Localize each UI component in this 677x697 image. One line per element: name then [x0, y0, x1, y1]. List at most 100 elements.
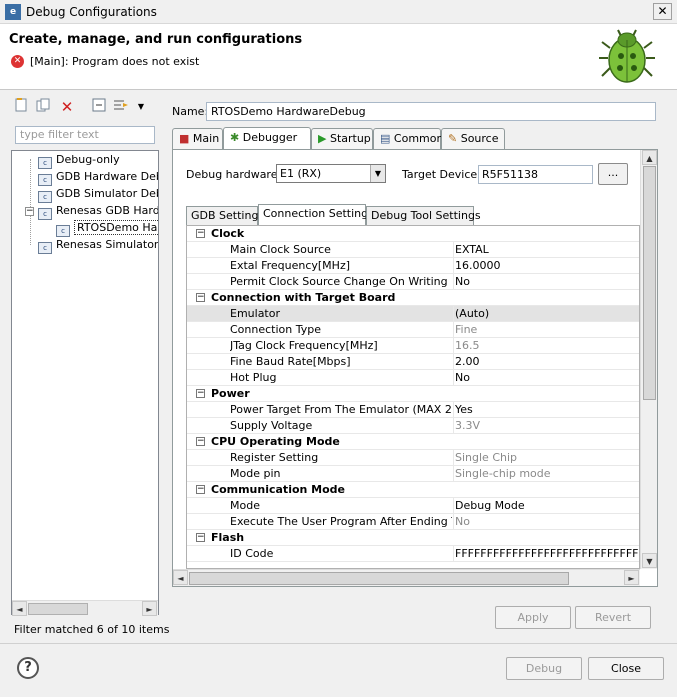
property-value[interactable]: 3.3V	[453, 418, 639, 434]
duplicate-icon[interactable]	[34, 98, 52, 116]
category-toggle-icon[interactable]: −	[196, 533, 205, 542]
tab-main[interactable]: ■ Main	[172, 128, 223, 150]
chevron-down-icon[interactable]: ▼	[370, 165, 385, 182]
filter-input[interactable]: type filter text	[15, 126, 155, 144]
property-value[interactable]: 16.0000	[453, 258, 639, 274]
settings-hscroll-thumb[interactable]	[189, 572, 569, 585]
property-category[interactable]: − Communication Mode	[187, 482, 639, 498]
property-value[interactable]: Yes	[453, 402, 639, 418]
property-value[interactable]: Debug Mode	[453, 498, 639, 514]
debug-hardware-select[interactable]: E1 (RX) ▼	[276, 164, 386, 183]
tree-item-renesas-simulator[interactable]: cRenesas Simulator De	[38, 237, 158, 254]
category-toggle-icon[interactable]: −	[196, 293, 205, 302]
category-toggle-icon[interactable]: −	[196, 229, 205, 238]
property-value[interactable]: EXTAL	[453, 242, 639, 258]
debug-button[interactable]: Debug	[506, 657, 582, 680]
target-device-browse-button[interactable]: ...	[598, 163, 628, 185]
subtab-connection-settings[interactable]: Connection Settings	[258, 204, 374, 226]
property-name: Extal Frequency[MHz]	[230, 259, 351, 272]
category-label: Communication Mode	[211, 483, 346, 496]
property-row[interactable]: Emulator (Auto)	[187, 306, 639, 322]
view-menu-icon[interactable]: ▼	[132, 98, 150, 116]
tree-scroll-thumb[interactable]	[28, 603, 88, 615]
property-row[interactable]: Power Target From The Emulator (MAX 200m…	[187, 402, 639, 418]
tree-item-gdb-hardware[interactable]: c GDB Hardware Debu	[38, 169, 158, 186]
property-value[interactable]: No	[453, 514, 639, 530]
property-category[interactable]: − CPU Operating Mode	[187, 434, 639, 450]
property-row[interactable]: Extal Frequency[MHz] 16.0000	[187, 258, 639, 274]
revert-button[interactable]: Revert	[575, 606, 651, 629]
help-icon[interactable]: ?	[17, 657, 39, 679]
property-row[interactable]: JTag Clock Frequency[MHz] 16.5	[187, 338, 639, 354]
settings-scroll-thumb[interactable]	[643, 166, 656, 400]
property-row[interactable]: ID Code FFFFFFFFFFFFFFFFFFFFFFFFFFFFFFFF	[187, 546, 639, 562]
property-row[interactable]: Connection Type Fine	[187, 322, 639, 338]
footer-separator	[0, 643, 677, 644]
scroll-right-arrow-icon[interactable]: ►	[142, 601, 157, 616]
tab-common[interactable]: ▤ Common	[373, 128, 443, 150]
property-value[interactable]: (Auto)	[453, 306, 639, 322]
category-toggle-icon[interactable]: −	[196, 389, 205, 398]
tab-source[interactable]: ✎ Source	[441, 128, 505, 150]
delete-icon[interactable]: ✕	[58, 98, 76, 116]
apply-button[interactable]: Apply	[495, 606, 571, 629]
scroll-right-arrow-icon[interactable]: ►	[624, 570, 639, 585]
settings-horizontal-scrollbar[interactable]: ◄ ►	[173, 569, 640, 586]
property-row[interactable]: Mode pin Single-chip mode	[187, 466, 639, 482]
property-value[interactable]: 16.5	[453, 338, 639, 354]
property-value[interactable]: 2.00	[453, 354, 639, 370]
config-tree[interactable]: c Debug-only c GDB Hardware Debu c GDB Simu…	[11, 150, 159, 615]
target-device-input[interactable]: R5F51138	[478, 165, 593, 184]
tab-debugger[interactable]: ✱ Debugger	[223, 127, 311, 150]
target-device-label: Target Device:	[402, 168, 481, 181]
property-name: Emulator	[230, 307, 280, 320]
scroll-up-arrow-icon[interactable]: ▲	[642, 150, 657, 165]
property-row[interactable]: Fine Baud Rate[Mbps] 2.00	[187, 354, 639, 370]
scroll-left-arrow-icon[interactable]: ◄	[173, 570, 188, 585]
main-tab-icon: ■	[179, 132, 190, 145]
category-toggle-icon[interactable]: −	[196, 437, 205, 446]
property-row[interactable]: Execute The User Program After Ending Th…	[187, 514, 639, 530]
property-value[interactable]: FFFFFFFFFFFFFFFFFFFFFFFFFFFFFFFF	[453, 546, 639, 562]
config-type-icon: c	[38, 242, 52, 254]
tree-item-gdb-simulator[interactable]: cGDB Simulator Debug	[38, 186, 158, 203]
property-value[interactable]: Single Chip	[453, 450, 639, 466]
tree-collapse-toggle[interactable]: −	[25, 207, 34, 216]
property-value[interactable]: No	[453, 370, 639, 386]
filter-icon[interactable]	[112, 98, 130, 116]
collapse-all-icon[interactable]	[90, 98, 108, 116]
subtab-debug-tool-settings[interactable]: Debug Tool Settings	[366, 206, 481, 226]
subtab-gdb-settings[interactable]: GDB Settings	[186, 206, 264, 226]
property-value[interactable]: Fine	[453, 322, 639, 338]
tree-item-rtosdemo-hardware[interactable]: cRTOSDemo Hard	[56, 220, 158, 237]
new-config-icon[interactable]	[12, 98, 30, 116]
property-row[interactable]: Supply Voltage 3.3V	[187, 418, 639, 434]
property-row[interactable]: Register Setting Single Chip	[187, 450, 639, 466]
config-type-icon: c	[38, 208, 52, 220]
tab-startup[interactable]: ▶ Startup	[311, 128, 373, 150]
tree-horizontal-scrollbar[interactable]: ◄ ►	[12, 600, 158, 616]
property-category[interactable]: − Flash	[187, 530, 639, 546]
config-name-input[interactable]: RTOSDemo HardwareDebug	[206, 102, 656, 121]
property-category[interactable]: − Connection with Target Board	[187, 290, 639, 306]
scroll-down-arrow-icon[interactable]: ▼	[642, 553, 657, 568]
property-value[interactable]: Single-chip mode	[453, 466, 639, 482]
property-row[interactable]: Mode Debug Mode	[187, 498, 639, 514]
tree-item-debug-only[interactable]: c Debug-only	[38, 152, 120, 169]
property-row[interactable]: Permit Clock Source Change On Writing In…	[187, 274, 639, 290]
config-launch-icon: c	[56, 225, 70, 237]
property-category[interactable]: − Power	[187, 386, 639, 402]
property-value[interactable]: No	[453, 274, 639, 290]
scroll-left-arrow-icon[interactable]: ◄	[12, 601, 27, 616]
property-row[interactable]: Hot Plug No	[187, 370, 639, 386]
property-row[interactable]: Main Clock Source EXTAL	[187, 242, 639, 258]
category-label: Power	[211, 387, 250, 400]
settings-vertical-scrollbar[interactable]: ▲ ▼	[640, 150, 657, 569]
close-button[interactable]: Close	[588, 657, 664, 680]
property-category[interactable]: − Clock	[187, 226, 639, 242]
window-close-button[interactable]: ✕	[653, 3, 672, 20]
debug-bug-icon	[599, 29, 655, 83]
property-name: Mode	[230, 499, 260, 512]
category-toggle-icon[interactable]: −	[196, 485, 205, 494]
tree-item-renesas-gdb-hardware[interactable]: c Renesas GDB Hardw	[38, 203, 158, 220]
